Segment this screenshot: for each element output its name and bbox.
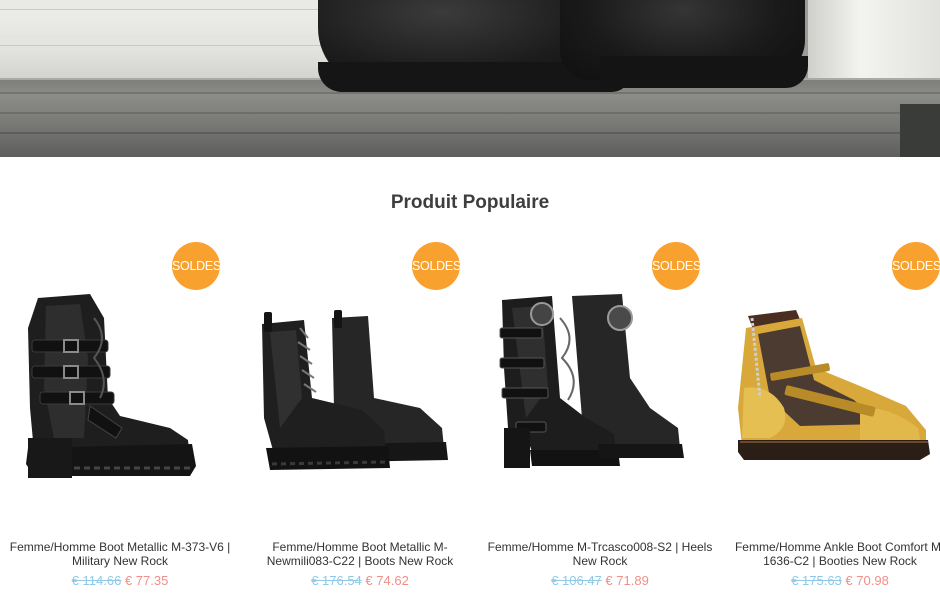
sale-price: € 70.98 — [845, 573, 889, 588]
sale-badge: SOLDES — [652, 242, 700, 290]
old-price: € 176.54 — [311, 573, 362, 588]
section-title: Produit Populaire — [390, 192, 550, 213]
boot-heel — [28, 438, 72, 478]
product-name[interactable]: Femme/Homme M-Trcasco008-S2 | Heels New … — [480, 540, 720, 568]
boot-strap — [31, 365, 111, 379]
boot-front-sole — [266, 446, 390, 470]
hero-wood-grain — [0, 112, 940, 114]
boot-back-sole — [598, 444, 684, 458]
product-card[interactable]: SOLDES Femme/Homme Boot Metallic M-373-V… — [0, 240, 240, 600]
product-image-military-boot[interactable] — [10, 288, 230, 508]
product-image-lace-up-boots[interactable] — [250, 288, 470, 508]
price-row: € 106.47 € 71.89 — [480, 573, 720, 588]
boot-strap — [499, 357, 545, 369]
boot-strap — [31, 339, 109, 353]
boot-strap — [501, 387, 549, 399]
sale-badge: SOLDES — [172, 242, 220, 290]
old-price: € 114.66 — [71, 573, 122, 588]
sale-price: € 71.89 — [605, 573, 649, 588]
sale-price: € 74.62 — [365, 573, 409, 588]
product-image-gold-ankle-boot[interactable] — [730, 288, 940, 508]
product-card[interactable]: SOLDES Femme/Homme Boot Metallic M-Newmi… — [240, 240, 480, 600]
hero-right-sole — [600, 56, 808, 88]
boot-emblem — [530, 302, 554, 326]
product-card[interactable]: SOLDES Femme/Homme Ankle Boot Comfort M-… — [720, 240, 940, 600]
boot-strap — [39, 391, 115, 405]
boot-heel — [504, 428, 530, 468]
sale-price: € 77.35 — [124, 573, 169, 588]
boot-laces — [559, 317, 575, 401]
old-price: € 106.47 — [551, 573, 602, 588]
price-row: € 114.66 € 77.35 — [0, 573, 240, 588]
hero-banner-image[interactable] — [0, 0, 940, 157]
hero-corner-shadow — [900, 104, 940, 157]
boot-strap — [499, 327, 543, 339]
boot-pull-tab — [264, 312, 272, 332]
boot-emblem — [607, 305, 633, 331]
price-row: € 176.54 € 74.62 — [240, 573, 480, 588]
product-name[interactable]: Femme/Homme Boot Metallic M-373-V6 | Mil… — [0, 540, 240, 568]
hero-wood-grain — [0, 132, 940, 134]
sale-badge: SOLDES — [412, 242, 460, 290]
old-price: € 175.63 — [791, 573, 842, 588]
product-image-heeled-boots[interactable] — [490, 288, 710, 508]
sale-badge: SOLDES — [892, 242, 940, 290]
boot-pull-tab — [334, 310, 342, 328]
product-name[interactable]: Femme/Homme Boot Metallic M-Newmili083-C… — [240, 540, 480, 568]
product-card[interactable]: SOLDES Femme/Homme M-Trcasco008-S2 | Hee… — [480, 240, 720, 600]
hero-wood-grain — [0, 92, 940, 94]
price-row: € 175.63 € 70.98 — [720, 573, 940, 588]
product-name[interactable]: Femme/Homme Ankle Boot Comfort M-1636-C2… — [720, 540, 940, 568]
